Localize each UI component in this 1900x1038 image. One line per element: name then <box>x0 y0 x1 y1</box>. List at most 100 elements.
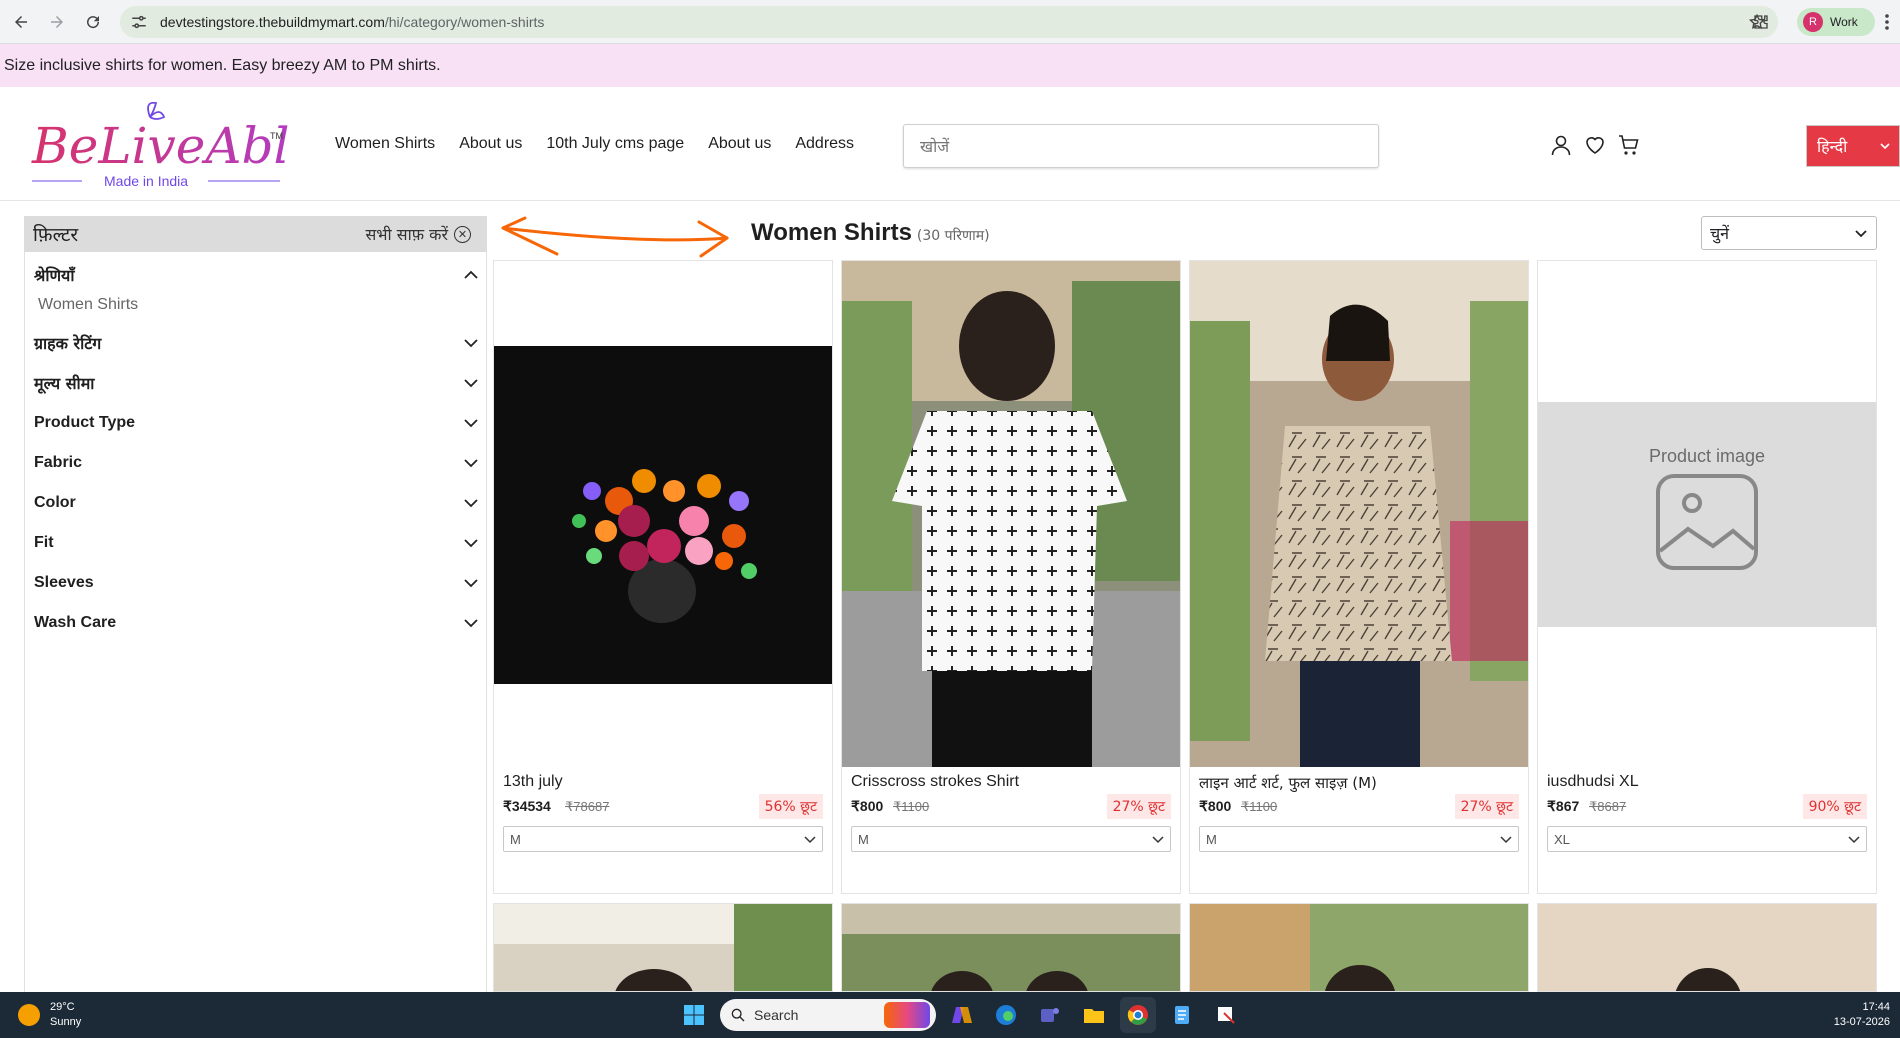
profile-label: Work <box>1830 15 1858 29</box>
facet-sleeves[interactable]: Sleeves <box>34 569 479 597</box>
chevron-down-icon <box>464 459 478 468</box>
account-icon[interactable] <box>1548 131 1574 159</box>
product-name[interactable]: Crisscross strokes Shirt <box>851 773 1019 791</box>
edge-browser-icon[interactable] <box>988 997 1024 1033</box>
page-title: Women Shirts <box>751 219 912 246</box>
product-card[interactable]: लाइन आर्ट शर्ट, फुल साइज़ (M) ₹800 ₹1100… <box>1189 260 1529 894</box>
product-image[interactable] <box>842 904 1180 992</box>
logo-text: BeLiveAble <box>31 117 290 175</box>
facet-price-range[interactable]: मूल्य सीमा <box>34 369 479 397</box>
product-card[interactable] <box>493 903 833 992</box>
facet-fabric[interactable]: Fabric <box>34 449 479 477</box>
chevron-down-icon <box>464 379 478 388</box>
product-card[interactable] <box>841 903 1181 992</box>
windows-start-icon[interactable] <box>676 997 712 1033</box>
nav-10th-july-cms-page[interactable]: 10th July cms page <box>546 135 684 153</box>
announcement-bar: Size inclusive shirts for women. Easy br… <box>0 44 1900 87</box>
chevron-down-icon <box>464 579 478 588</box>
discount-badge: 27% छूट <box>1454 794 1519 819</box>
results-count: (30 परिणाम) <box>916 228 990 244</box>
product-name[interactable]: 13th july <box>503 773 563 791</box>
product-card[interactable]: Product image iusdhudsi XL ₹867 ₹8687 90… <box>1537 260 1877 894</box>
product-image[interactable] <box>1538 904 1876 992</box>
chevron-down-icon <box>464 619 478 628</box>
product-card[interactable] <box>1189 903 1529 992</box>
product-image[interactable] <box>494 261 832 767</box>
cart-icon[interactable] <box>1616 131 1642 159</box>
extensions-icon[interactable] <box>1748 9 1774 35</box>
product-image[interactable] <box>1190 261 1528 767</box>
language-select[interactable]: हिन्दी <box>1806 125 1900 167</box>
filter-title: फ़िल्टर <box>33 224 79 246</box>
clear-all-filters-button[interactable]: सभी साफ़ करें ✕ <box>365 223 471 245</box>
product-price: ₹867 <box>1547 798 1580 814</box>
chevron-down-icon <box>464 499 478 508</box>
profile-chip[interactable]: R Work <box>1797 8 1875 36</box>
reload-icon[interactable] <box>80 9 106 35</box>
sort-select[interactable]: चुनें <box>1701 216 1877 250</box>
double-arrow-annotation <box>501 216 729 258</box>
header-actions <box>1548 131 1642 159</box>
size-select[interactable]: M <box>851 826 1171 852</box>
product-name[interactable]: iusdhudsi XL <box>1547 773 1639 791</box>
product-image[interactable]: Product image <box>1538 261 1876 767</box>
nav-women-shirts[interactable]: Women Shirts <box>335 135 435 153</box>
language-label: हिन्दी <box>1817 137 1848 156</box>
product-card[interactable]: 13th july ₹34534 ₹78687 56% छूट M <box>493 260 833 894</box>
product-image[interactable] <box>494 904 832 992</box>
product-image[interactable] <box>842 261 1180 767</box>
chevron-down-icon <box>464 419 478 428</box>
site-header: BeLiveAble TM Made in India Women Shirts… <box>0 87 1900 201</box>
clock[interactable]: 17:44 13-07-2026 <box>1834 1000 1890 1030</box>
file-explorer-icon[interactable] <box>1076 997 1112 1033</box>
product-name[interactable]: लाइन आर्ट शर्ट, फुल साइज़ (M) <box>1199 773 1377 793</box>
weather-widget[interactable]: 29°C Sunny <box>18 1000 81 1030</box>
site-logo[interactable]: BeLiveAble TM Made in India <box>30 95 319 195</box>
search-input[interactable] <box>903 124 1379 168</box>
product-price: ₹34534 <box>503 798 551 814</box>
product-price: ₹800 <box>1199 798 1232 814</box>
product-card[interactable]: Crisscross strokes Shirt ₹800 ₹1100 27% … <box>841 260 1181 894</box>
chevron-down-icon <box>464 339 478 348</box>
facet-customer-rating[interactable]: ग्राहक रेटिंग <box>34 329 479 357</box>
facet-option-women-shirts[interactable]: Women Shirts <box>38 296 138 314</box>
facet-product-type[interactable]: Product Type <box>34 409 479 437</box>
nav-address[interactable]: Address <box>795 135 854 153</box>
chevron-down-icon <box>1500 836 1512 844</box>
taskbar-apps: Search <box>676 997 1244 1033</box>
close-icon: ✕ <box>454 225 471 243</box>
teams-icon[interactable] <box>1032 997 1068 1033</box>
main-navigation: Women Shirts About us 10th July cms page… <box>335 135 878 153</box>
nav-about-us[interactable]: About us <box>459 135 522 153</box>
size-select[interactable]: M <box>503 826 823 852</box>
notepad-icon[interactable] <box>1164 997 1200 1033</box>
facet-color[interactable]: Color <box>34 489 479 517</box>
facet-wash-care[interactable]: Wash Care <box>34 609 479 637</box>
weather-temp: 29°C <box>50 1001 75 1013</box>
product-card[interactable] <box>1537 903 1877 992</box>
menu-icon[interactable] <box>1882 12 1892 32</box>
taskbar-search[interactable]: Search <box>720 999 936 1031</box>
site-settings-icon[interactable] <box>130 13 148 31</box>
snipping-tool-icon[interactable] <box>1208 997 1244 1033</box>
wishlist-heart-icon[interactable] <box>1582 131 1608 159</box>
size-select[interactable]: M <box>1199 826 1519 852</box>
chevron-down-icon <box>1855 230 1867 238</box>
filter-header: फ़िल्टर सभी साफ़ करें ✕ <box>24 216 487 252</box>
copilot-icon[interactable] <box>944 997 980 1033</box>
chrome-icon[interactable] <box>1120 997 1156 1033</box>
chevron-down-icon <box>1848 836 1860 844</box>
back-icon[interactable] <box>8 9 34 35</box>
facet-categories[interactable]: श्रेणियाँ <box>34 261 479 289</box>
sun-icon <box>18 1004 40 1026</box>
avatar: R <box>1803 12 1823 32</box>
size-select[interactable]: XL <box>1547 826 1867 852</box>
nav-about-us-2[interactable]: About us <box>708 135 771 153</box>
forward-icon[interactable] <box>44 9 70 35</box>
address-bar[interactable]: devtestingstore.thebuildmymart.com/hi/ca… <box>120 6 1778 38</box>
facet-fit[interactable]: Fit <box>34 529 479 557</box>
product-mrp: ₹1100 <box>1241 799 1278 814</box>
product-image[interactable] <box>1190 904 1528 992</box>
search-highlight-icon <box>884 1002 930 1028</box>
clock-time: 17:44 <box>1862 1001 1890 1013</box>
